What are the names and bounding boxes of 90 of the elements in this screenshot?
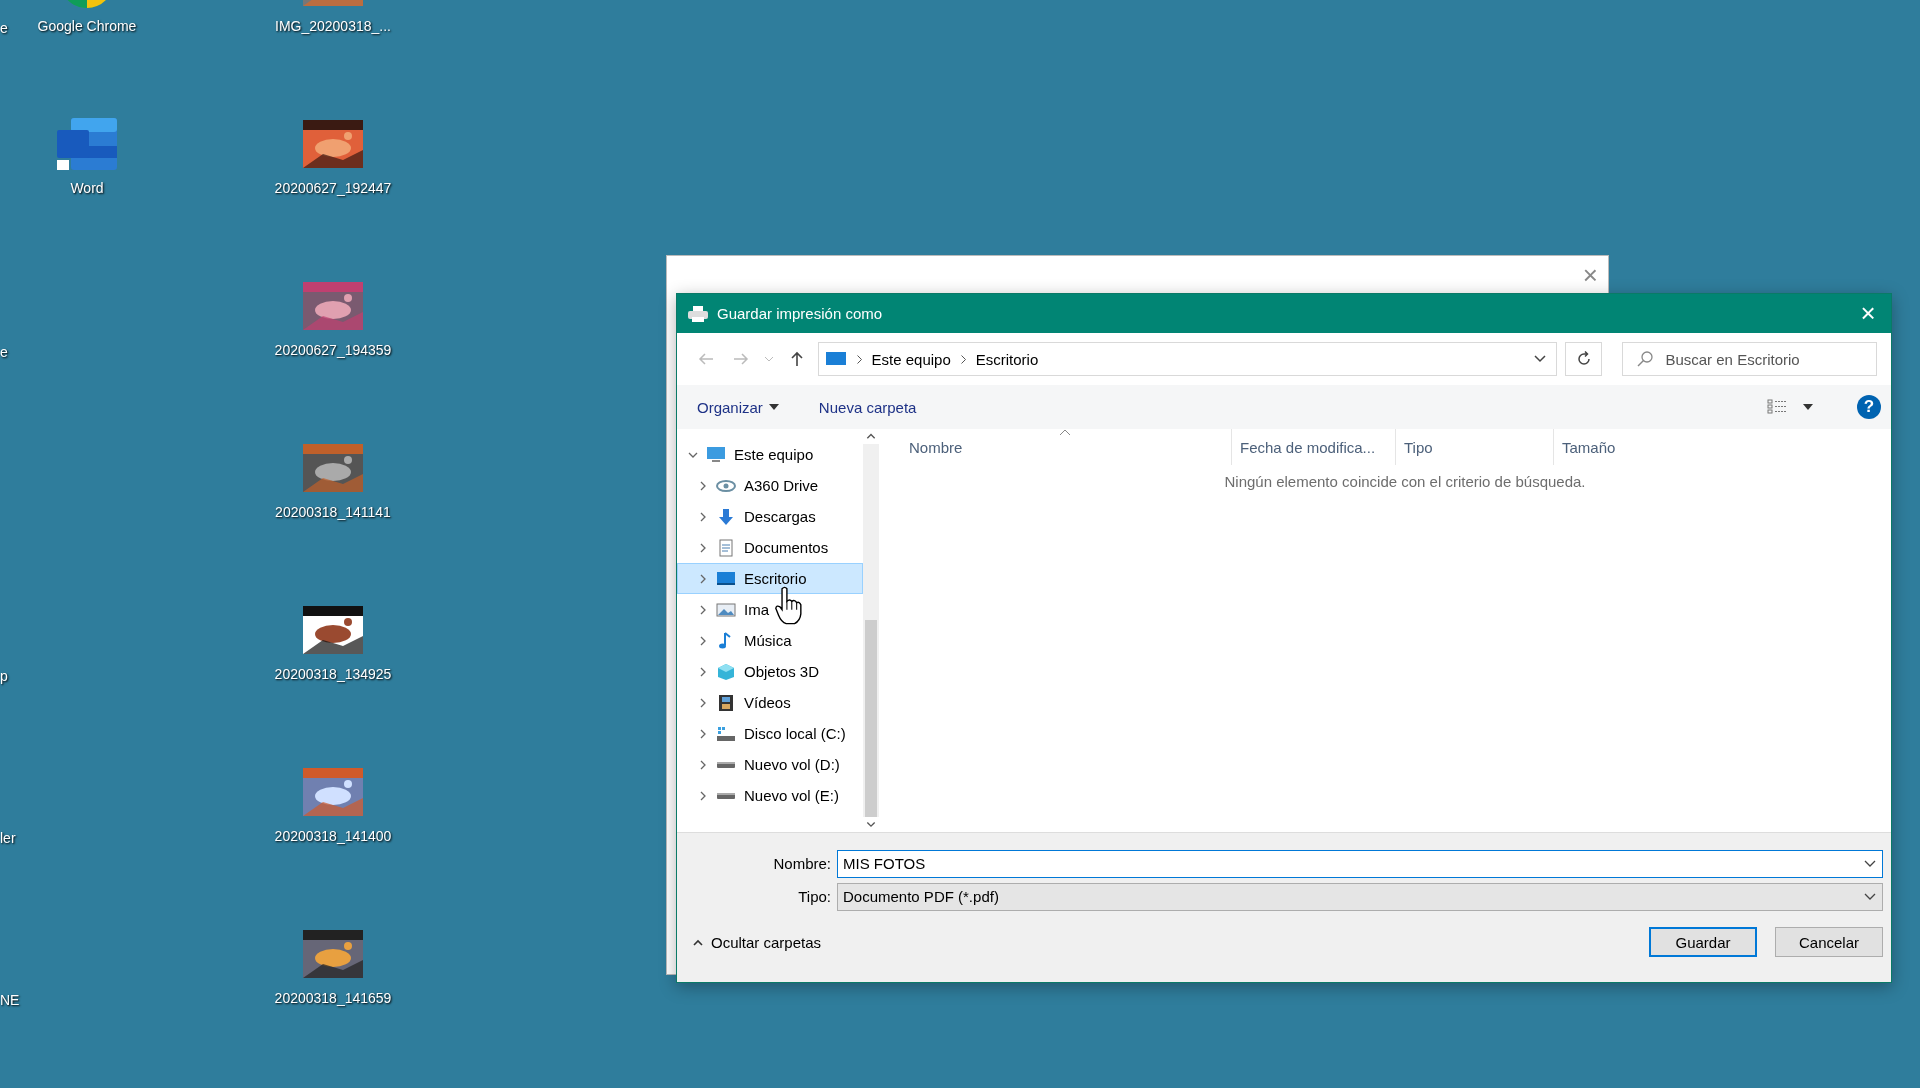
dropdown-chevron-icon[interactable] <box>1864 859 1876 868</box>
breadcrumb-item[interactable]: Este equipo <box>871 350 951 368</box>
desktop-icon-label[interactable]: IMG_20200318_... <box>275 18 391 34</box>
new-folder-button[interactable]: Nueva carpeta <box>818 398 917 416</box>
desktop-icon-label[interactable]: 20200318_134925 <box>274 666 392 682</box>
collapsed-chevron-icon[interactable] <box>698 635 708 646</box>
help-button[interactable]: ? <box>1857 395 1881 419</box>
drive-icon <box>716 791 736 800</box>
document-icon <box>716 538 736 557</box>
folder-tree-item[interactable]: Ima <box>677 594 863 625</box>
collapsed-chevron-icon[interactable] <box>698 697 708 708</box>
desktop-icon-label[interactable]: 20200627_194359 <box>274 342 392 358</box>
column-header[interactable]: Nombre <box>901 429 1231 465</box>
folder-tree-item[interactable]: Nuevo vol (D:) <box>677 749 863 780</box>
folder-tree-item[interactable]: A360 Drive <box>677 470 863 501</box>
field-label: Tipo: <box>797 888 832 905</box>
desktop-icon-label: e <box>0 344 8 360</box>
collapsed-chevron-icon[interactable] <box>698 573 708 584</box>
column-header[interactable]: Fecha de modifica... <box>1231 429 1395 465</box>
folder-tree-item[interactable]: Escritorio <box>677 563 863 594</box>
desktop-icon-label[interactable]: Word <box>70 180 104 196</box>
collapsed-chevron-icon[interactable] <box>698 604 708 615</box>
desktop-icon-label: ler <box>0 830 16 846</box>
hand-cursor-icon <box>775 586 803 625</box>
file-type-dropdown[interactable]: Documento PDF (*.pdf) <box>837 882 1883 911</box>
desktop-icon-label[interactable]: 20200627_192447 <box>274 180 392 196</box>
refresh-icon <box>1575 351 1592 367</box>
desktop-icon-label[interactable]: 20200318_141400 <box>274 828 392 844</box>
filename-field[interactable]: MIS FOTOS <box>837 849 1883 878</box>
cube-icon <box>716 662 736 681</box>
collapsed-chevron-icon[interactable] <box>698 728 708 739</box>
monitor-icon <box>716 569 736 588</box>
collapsed-chevron-icon[interactable] <box>698 511 708 522</box>
hide-folders-button[interactable]: Ocultar carpetas <box>693 933 822 951</box>
caret-up-icon <box>693 938 703 946</box>
desktop-icon-label[interactable]: 20200318_141659 <box>274 990 392 1006</box>
cancel-button[interactable]: Cancelar <box>1775 927 1883 957</box>
desktop-icon-label: NE <box>0 992 20 1008</box>
collapsed-chevron-icon[interactable] <box>698 542 708 553</box>
folder-tree-item[interactable]: Música <box>677 625 863 656</box>
column-header[interactable]: Tamaño <box>1553 429 1663 465</box>
column-header[interactable]: Tipo <box>1395 429 1553 465</box>
word-logo-icon <box>55 116 119 172</box>
folder-tree-item[interactable]: Objetos 3D <box>677 656 863 687</box>
drive-icon <box>716 724 736 743</box>
collapsed-chevron-icon[interactable] <box>698 790 708 801</box>
window-title: Guardar impresión como <box>717 305 884 322</box>
monitor-icon <box>824 350 847 368</box>
empty-message: Ningún elemento coincide con el criterio de búsqueda. <box>1224 473 1586 490</box>
refresh-button[interactable] <box>1564 342 1603 376</box>
close-button[interactable]: × <box>1845 294 1891 333</box>
collapsed-chevron-icon[interactable] <box>698 759 708 770</box>
breadcrumb-chevron-icon[interactable] <box>856 354 862 364</box>
drive-icon <box>716 760 736 769</box>
printer-icon <box>687 304 709 323</box>
close-button[interactable]: × <box>1582 260 1598 291</box>
collapsed-chevron-icon[interactable] <box>698 666 708 677</box>
search-field[interactable]: Buscar en Escritorio <box>1622 342 1877 376</box>
film-icon <box>716 693 736 712</box>
folder-tree-item[interactable]: Este equipo <box>677 439 863 470</box>
address-bar[interactable]: Este equipo Escritorio <box>817 342 1557 376</box>
download-arrow-icon <box>716 507 736 526</box>
desktop-icon-label[interactable]: 20200318_141141 <box>275 504 391 520</box>
breadcrumb-chevron-icon[interactable] <box>960 354 966 364</box>
scrollbar-track[interactable] <box>863 429 879 832</box>
dropdown-chevron-icon[interactable] <box>1533 355 1546 363</box>
caret-icon <box>768 404 779 410</box>
field-label: Nombre: <box>772 855 832 872</box>
folder-tree-item[interactable]: Disco local (C:) <box>677 718 863 749</box>
back-arrow-icon <box>697 352 714 366</box>
collapsed-chevron-icon[interactable] <box>698 480 708 491</box>
desktop-icon-label[interactable]: Google Chrome <box>37 18 137 34</box>
forward-arrow-icon <box>733 352 750 366</box>
folder-tree-item[interactable]: Nuevo vol (E:) <box>677 780 863 811</box>
up-arrow-icon <box>789 351 804 367</box>
folder-tree-item[interactable]: Descargas <box>677 501 863 532</box>
desktop-icon-label: p <box>0 668 8 684</box>
filename-input[interactable]: MIS FOTOS <box>838 854 1864 873</box>
save-button[interactable]: Guardar <box>1649 927 1757 957</box>
scrollbar-thumb[interactable] <box>865 619 877 818</box>
search-icon <box>1637 351 1654 367</box>
chevron-down-icon <box>764 356 775 362</box>
breadcrumb-item[interactable]: Escritorio <box>975 350 1039 368</box>
desktop-icon-label: e <box>0 20 8 36</box>
image-icon <box>716 600 736 619</box>
dropdown-chevron-icon <box>1864 892 1876 901</box>
computer-icon <box>706 445 726 464</box>
folder-tree-item[interactable]: Vídeos <box>677 687 863 718</box>
organize-menu-button[interactable]: Organizar <box>697 398 779 416</box>
folder-tree-item[interactable]: Documentos <box>677 532 863 563</box>
